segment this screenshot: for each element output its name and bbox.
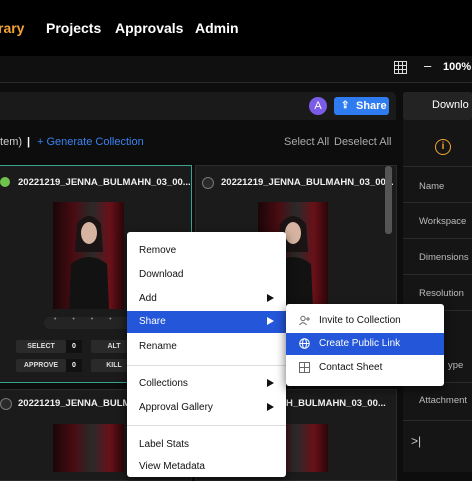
share-button-label: Share <box>356 100 387 112</box>
divider <box>403 274 472 275</box>
collapse-panel-button[interactable]: >| <box>411 434 421 448</box>
menu-item-download[interactable]: Download <box>127 264 286 286</box>
asset-title: 20221219_JENNA_BULMAHN_03_00... <box>221 177 394 188</box>
select-button[interactable]: SELECT <box>16 340 66 353</box>
asset-title: 20221219_JENNA_BULMAHN_03_00... <box>18 177 191 188</box>
field-label-type: ype <box>448 360 464 371</box>
approve-count: 0 <box>66 359 82 372</box>
globe-icon <box>299 338 310 349</box>
nav-projects[interactable]: Projects <box>46 20 101 36</box>
menu-item-add[interactable]: Add <box>127 288 286 310</box>
field-label-dimensions: Dimensions <box>419 252 469 263</box>
submenu-item-create-public-link[interactable]: Create Public Link <box>286 333 444 355</box>
menu-separator <box>127 425 286 426</box>
asset-title: H_BULMAHN_03_00... <box>286 398 386 409</box>
menu-item-collections[interactable]: Collections <box>127 373 286 395</box>
item-count: Item) <box>0 136 23 148</box>
grid-view-icon[interactable] <box>394 61 407 74</box>
zoom-level: 100% <box>443 61 472 73</box>
contact-sheet-icon <box>299 362 310 373</box>
info-icon[interactable]: i <box>435 139 451 155</box>
field-label-workspace: Workspace <box>419 216 467 227</box>
asset-title: 20221219_JENNA_BULMAH <box>18 398 145 409</box>
field-label-resolution: Resolution <box>419 288 464 299</box>
menu-item-rename[interactable]: Rename <box>127 336 286 358</box>
status-dot <box>202 177 214 189</box>
divider <box>403 166 472 167</box>
menu-item-view-metadata[interactable]: View Metadata <box>127 456 286 472</box>
avatar[interactable]: A <box>309 97 327 115</box>
field-label-name: Name <box>419 181 445 192</box>
menu-item-share[interactable]: Share <box>127 311 286 333</box>
add-user-icon <box>299 315 310 326</box>
download-button-label: Downlo <box>432 99 469 111</box>
nav-admin[interactable]: Admin <box>195 20 239 36</box>
chevron-right-icon <box>267 403 274 411</box>
menu-separator <box>127 365 286 366</box>
deselect-all-link[interactable]: Deselect All <box>334 136 391 148</box>
divider <box>403 202 472 203</box>
status-dot <box>0 398 12 410</box>
asset-thumbnail <box>53 424 124 472</box>
nav-approvals[interactable]: Approvals <box>115 20 183 36</box>
zoom-out-button[interactable]: – <box>424 58 431 73</box>
approve-button[interactable]: APPROVE <box>16 359 66 372</box>
share-button[interactable]: ⇪ Share <box>334 97 389 115</box>
chevron-right-icon <box>267 379 274 387</box>
portrait-image <box>69 216 109 309</box>
divider <box>403 238 472 239</box>
status-dot <box>0 177 10 187</box>
rating-dots-label: • • • • • <box>54 316 138 323</box>
chevron-right-icon <box>267 317 274 325</box>
separator: | <box>27 136 31 148</box>
field-label-attachment: Attachment <box>419 395 468 406</box>
select-count: 0 <box>66 340 82 353</box>
divider <box>403 420 472 421</box>
chevron-right-icon <box>267 294 274 302</box>
select-all-link[interactable]: Select All <box>284 136 329 148</box>
menu-item-label-stats[interactable]: Label Stats <box>127 434 286 456</box>
submenu-item-contact-sheet[interactable]: Contact Sheet <box>286 357 444 379</box>
nav-library[interactable]: rary <box>0 20 24 36</box>
submenu-item-invite[interactable]: Invite to Collection <box>286 310 444 332</box>
menu-item-approval-gallery[interactable]: Approval Gallery <box>127 397 286 419</box>
scrollbar[interactable] <box>385 166 392 234</box>
generate-collection-link[interactable]: + Generate Collection <box>37 136 144 148</box>
upload-icon: ⇪ <box>341 100 350 111</box>
menu-item-remove[interactable]: Remove <box>127 240 286 262</box>
